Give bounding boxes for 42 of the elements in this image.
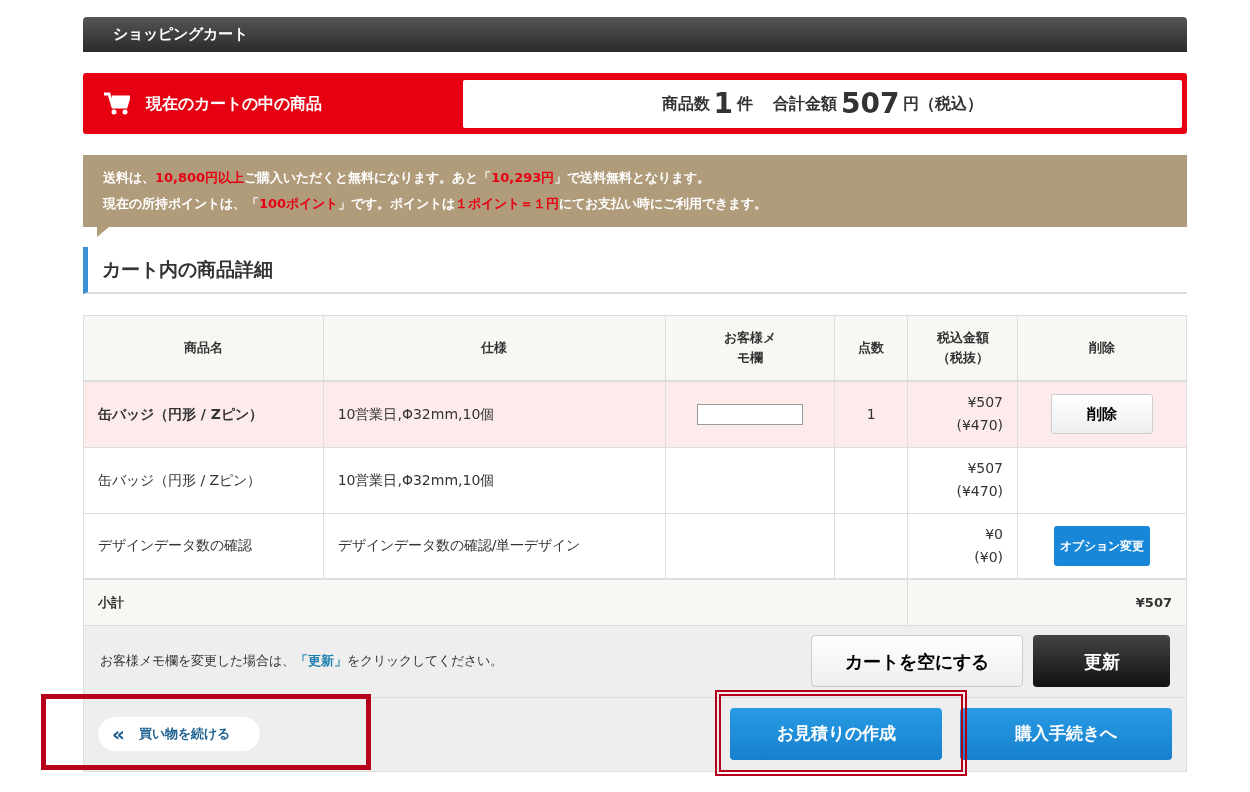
option-change-button[interactable]: オプション変更 bbox=[1054, 525, 1150, 566]
column-header: お客様メモ欄 bbox=[723, 329, 778, 367]
quantity: 1 bbox=[866, 405, 876, 422]
count-unit: 件 bbox=[737, 92, 753, 115]
price: ¥507 bbox=[966, 393, 1004, 413]
item-count: 1 bbox=[713, 85, 733, 122]
column-header: 商品名 bbox=[183, 339, 223, 357]
column-header: 点数 bbox=[858, 339, 885, 357]
price-excl-tax: (¥470) bbox=[955, 416, 1004, 436]
update-link[interactable]: 「更新」 bbox=[295, 653, 347, 669]
memo-note: お客様メモ欄を変更した場合は、「更新」をクリックしてください。 bbox=[100, 652, 504, 671]
chevron-icon: « bbox=[112, 719, 125, 749]
price: ¥0 bbox=[984, 524, 1004, 544]
spec-cell: 10営業日,Φ32mm,10個 bbox=[323, 447, 666, 513]
total-amount: 507 bbox=[841, 85, 900, 122]
total-unit: 円（税込） bbox=[903, 92, 984, 115]
price: ¥507 bbox=[966, 459, 1004, 478]
header-bar: ショッピングカート bbox=[83, 17, 1187, 52]
column-header: 仕様 bbox=[481, 339, 508, 357]
price-excl-tax: (¥470) bbox=[955, 482, 1004, 501]
subtotal-label: 小計 bbox=[98, 594, 124, 610]
update-button[interactable]: 更新 bbox=[1033, 635, 1170, 687]
total-label: 合計金額 bbox=[773, 92, 837, 115]
continue-shopping-button[interactable]: « 買い物を続ける bbox=[98, 717, 260, 751]
section-heading: カート内の商品詳細 bbox=[83, 247, 1187, 294]
price-excl-tax: (¥0) bbox=[973, 547, 1004, 567]
product-name: 缶バッジ（円形 / Zピン） bbox=[83, 381, 324, 447]
memo-input[interactable] bbox=[697, 403, 804, 425]
subtotal-amount: ¥507 bbox=[1135, 594, 1172, 610]
notice-text: 送料は、10,800円以上ご購入いただくと無料になります。あと「10,293円」で送料無料となります。 bbox=[103, 169, 712, 187]
cart-icon bbox=[104, 91, 130, 116]
empty-cart-button[interactable]: カートを空にする bbox=[811, 635, 1023, 687]
product-name: 缶バッジ（円形 / Zピン） bbox=[83, 447, 324, 513]
column-header: 税込金額（税抜） bbox=[935, 329, 990, 367]
count-label: 商品数 bbox=[661, 92, 710, 115]
notice-text: 現在の所持ポイントは、「100ポイント」です。ポイントは １ポイント＝１円にてお支払い時にご利用できます。 bbox=[103, 195, 769, 213]
summary-label: 現在のカートの中の商品 bbox=[146, 92, 322, 115]
checkout-button[interactable]: 購入手続きへ bbox=[960, 708, 1172, 760]
create-estimate-button[interactable]: お見積りの作成 bbox=[730, 708, 942, 760]
delete-button[interactable]: 削除 bbox=[1051, 394, 1153, 435]
column-header: 削除 bbox=[1089, 339, 1115, 357]
spec-cell: 10営業日,Φ32mm,10個 bbox=[323, 381, 666, 447]
